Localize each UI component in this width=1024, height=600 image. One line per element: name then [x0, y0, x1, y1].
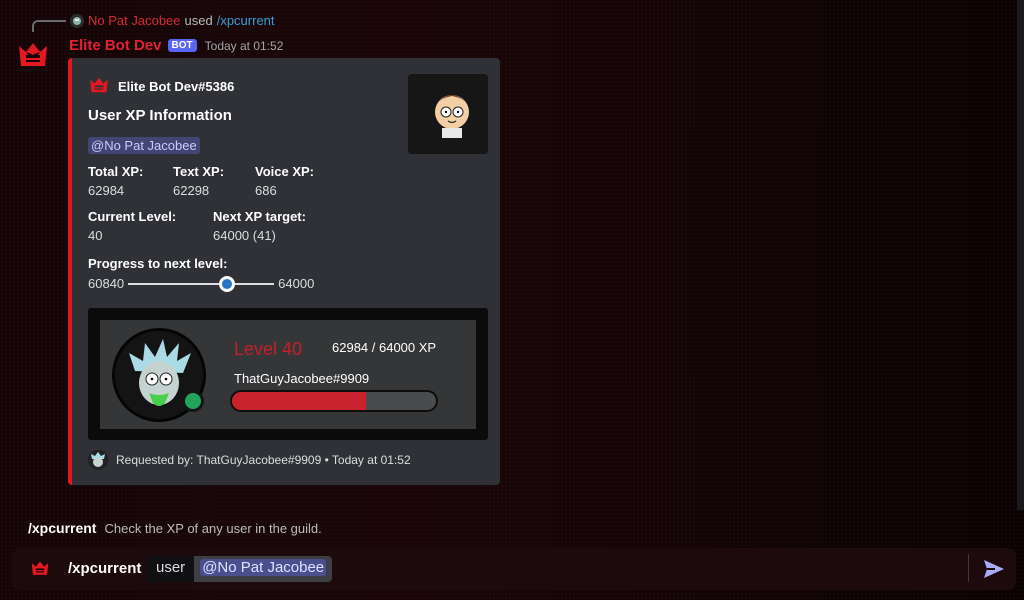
command-hint: /xpcurrent Check the XP of any user in t…	[28, 520, 322, 536]
message-timestamp: Today at 01:52	[204, 38, 284, 53]
bot-name[interactable]: Elite Bot Dev	[69, 37, 162, 54]
progress-label: Progress to next level:	[88, 256, 228, 271]
reply-command[interactable]: /xpcurrent	[217, 13, 275, 28]
footer-text: Requested by: ThatGuyJacobee#9909 • Toda…	[116, 453, 411, 467]
rank-level: Level 40	[234, 339, 303, 359]
field-value: 40	[88, 228, 103, 243]
field-name: Total XP:	[88, 164, 144, 179]
crown-icon	[31, 561, 49, 575]
cartoon-face-icon	[408, 74, 488, 154]
embed-title: User XP Information	[88, 107, 232, 124]
hint-description: Check the XP of any user in the guild.	[104, 521, 322, 536]
send-button[interactable]	[982, 558, 1006, 580]
user-mention[interactable]: @No Pat Jacobee	[88, 137, 200, 154]
field-voice-xp: Voice XP: 686	[255, 164, 314, 198]
command-option-chip[interactable]: user @No Pat Jacobee	[147, 556, 333, 582]
rank-username: ThatGuyJacobee#9909	[234, 371, 370, 386]
progress-row: 60840 64000	[88, 275, 315, 292]
option-name[interactable]: user	[147, 556, 195, 582]
embed-author-name: Elite Bot Dev#5386	[118, 78, 235, 94]
field-name: Next XP target:	[213, 209, 306, 224]
field-next-xp-target: Next XP target: 64000 (41)	[213, 209, 306, 243]
rank-card: Level 40 62984 / 64000 XP ThatGuyJacobee…	[100, 320, 476, 429]
field-name: Text XP:	[173, 164, 225, 179]
reply-used-text: used	[184, 13, 213, 28]
xp-embed: Elite Bot Dev#5386 User XP Information @…	[68, 58, 500, 485]
field-total-xp: Total XP: 62984	[88, 164, 143, 198]
embed-thumbnail[interactable]	[408, 74, 488, 154]
field-value: 62298	[173, 183, 210, 198]
field-name: Voice XP:	[255, 164, 315, 179]
option-value[interactable]: @No Pat Jacobee	[200, 559, 327, 576]
rank-progress-bar	[230, 390, 438, 412]
hint-command: /xpcurrent	[28, 520, 97, 536]
replied-user-avatar[interactable]	[70, 13, 84, 28]
bot-avatar[interactable]	[16, 40, 50, 72]
field-value: 64000 (41)	[213, 228, 276, 243]
send-icon	[984, 560, 1004, 578]
progress-slider-track	[128, 275, 275, 292]
crown-icon	[90, 77, 108, 93]
field-value: 62984	[88, 183, 125, 198]
scrollbar[interactable]	[1017, 0, 1024, 510]
progress-slider-knob	[219, 275, 236, 292]
message-header: Elite Bot Dev BOT Today at 01:52	[69, 37, 283, 54]
rank-card-image[interactable]: Level 40 62984 / 64000 XP ThatGuyJacobee…	[88, 308, 488, 440]
field-current-level: Current Level: 40	[88, 209, 176, 243]
embed-footer: Requested by: ThatGuyJacobee#9909 • Toda…	[88, 450, 411, 470]
embed-author: Elite Bot Dev#5386	[88, 76, 234, 96]
bot-tag-badge: BOT	[167, 39, 197, 52]
progress-max: 64000	[278, 276, 315, 291]
input-command[interactable]: /xpcurrent	[68, 560, 141, 577]
field-name: Current Level:	[88, 209, 177, 224]
requester-avatar	[88, 450, 108, 470]
field-text-xp: Text XP: 62298	[173, 164, 224, 198]
rank-xp: 62984 / 64000 XP	[332, 340, 437, 355]
send-divider	[968, 554, 969, 582]
message-input[interactable]: /xpcurrent user @No Pat Jacobee	[12, 548, 1016, 590]
crown-icon	[19, 43, 47, 66]
rank-progress-fill	[232, 392, 366, 410]
field-value: 686	[255, 183, 277, 198]
progress-min: 60840	[88, 276, 125, 291]
reply-connector	[32, 20, 66, 32]
reply-header[interactable]: No Pat Jacobee used /xpcurrent	[70, 13, 275, 28]
option-value-wrap[interactable]: @No Pat Jacobee	[194, 556, 333, 582]
replied-user-name[interactable]: No Pat Jacobee	[88, 13, 181, 28]
online-status-indicator	[182, 390, 204, 412]
